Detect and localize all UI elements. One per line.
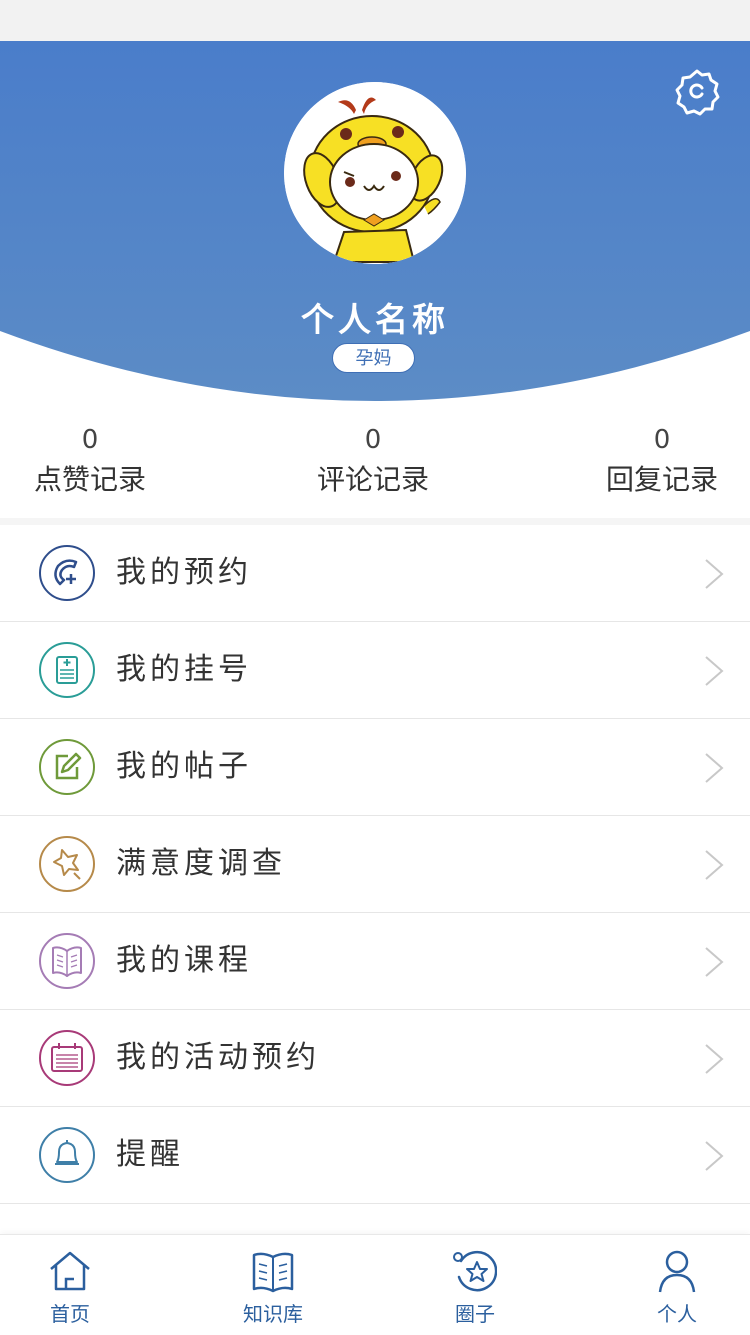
tab-label: 个人 [657,1302,697,1326]
star-survey-icon [39,836,95,892]
stat-label: 回复记录 [605,463,718,496]
tab-home[interactable]: 首页 [0,1235,140,1335]
book-icon [39,933,95,989]
gear-icon [675,69,720,116]
profile-name: 个人名称 [301,300,449,339]
menu-item-reminders[interactable]: 提醒 [0,1107,750,1204]
stats-row: 0 点赞记录 0 评论记录 0 回复记录 [0,418,750,518]
chevron-right-icon [705,656,724,686]
stat-count: 0 [81,425,99,455]
menu-item-label: 我的挂号 [116,652,252,687]
chevron-right-icon [705,1044,724,1074]
avatar[interactable] [284,82,466,264]
calendar-icon [39,1030,95,1086]
profile-header: 个人名称 孕妈 [0,41,750,406]
home-icon [50,1251,90,1291]
stat-count: 0 [364,425,382,455]
chevron-right-icon [705,753,724,783]
tab-label: 圈子 [455,1302,495,1326]
menu-item-label: 我的课程 [116,943,252,978]
chevron-right-icon [705,1141,724,1171]
chevron-right-icon [705,559,724,589]
menu-item-label: 我的预约 [116,555,252,590]
status-bar [0,0,750,41]
menu-item-registration[interactable]: 我的挂号 [0,622,750,719]
stat-label: 点赞记录 [33,463,146,496]
menu-item-label: 我的活动预约 [116,1040,320,1075]
section-divider [0,518,750,525]
circle-star-icon [453,1250,497,1292]
book-icon [252,1252,294,1293]
tab-label: 首页 [50,1302,90,1326]
menu-item-courses[interactable]: 我的课程 [0,913,750,1010]
menu-item-label: 满意度调查 [116,846,286,881]
menu-item-appointments[interactable]: 我的预约 [0,525,750,622]
role-badge: 孕妈 [332,343,415,373]
bottom-tab-bar: 首页 知识库 圈子 个人 [0,1234,750,1335]
tab-circle[interactable]: 圈子 [405,1235,545,1335]
stat-count: 0 [653,425,671,455]
avatar-image [284,82,466,264]
person-icon [658,1250,696,1293]
tab-knowledge[interactable]: 知识库 [203,1235,343,1335]
bell-icon [39,1127,95,1183]
menu-item-label: 提醒 [116,1137,184,1172]
phone-plus-icon [39,545,95,601]
tab-label: 知识库 [243,1302,303,1326]
stat-likes[interactable]: 0 点赞记录 [0,418,180,498]
menu-item-survey[interactable]: 满意度调查 [0,816,750,913]
stat-replies[interactable]: 0 回复记录 [572,418,750,498]
edit-icon [39,739,95,795]
menu-list: 我的预约 我的挂号 我的帖子 满意度调查 我的课程 我的活动预约 提醒 [0,525,750,1204]
settings-button[interactable] [672,67,722,117]
medical-record-icon [39,642,95,698]
menu-item-posts[interactable]: 我的帖子 [0,719,750,816]
chevron-right-icon [705,850,724,880]
stat-label: 评论记录 [316,463,429,496]
menu-item-activity-booking[interactable]: 我的活动预约 [0,1010,750,1107]
tab-profile[interactable]: 个人 [607,1235,747,1335]
menu-item-label: 我的帖子 [116,749,252,784]
stat-comments[interactable]: 0 评论记录 [283,418,463,498]
chevron-right-icon [705,947,724,977]
